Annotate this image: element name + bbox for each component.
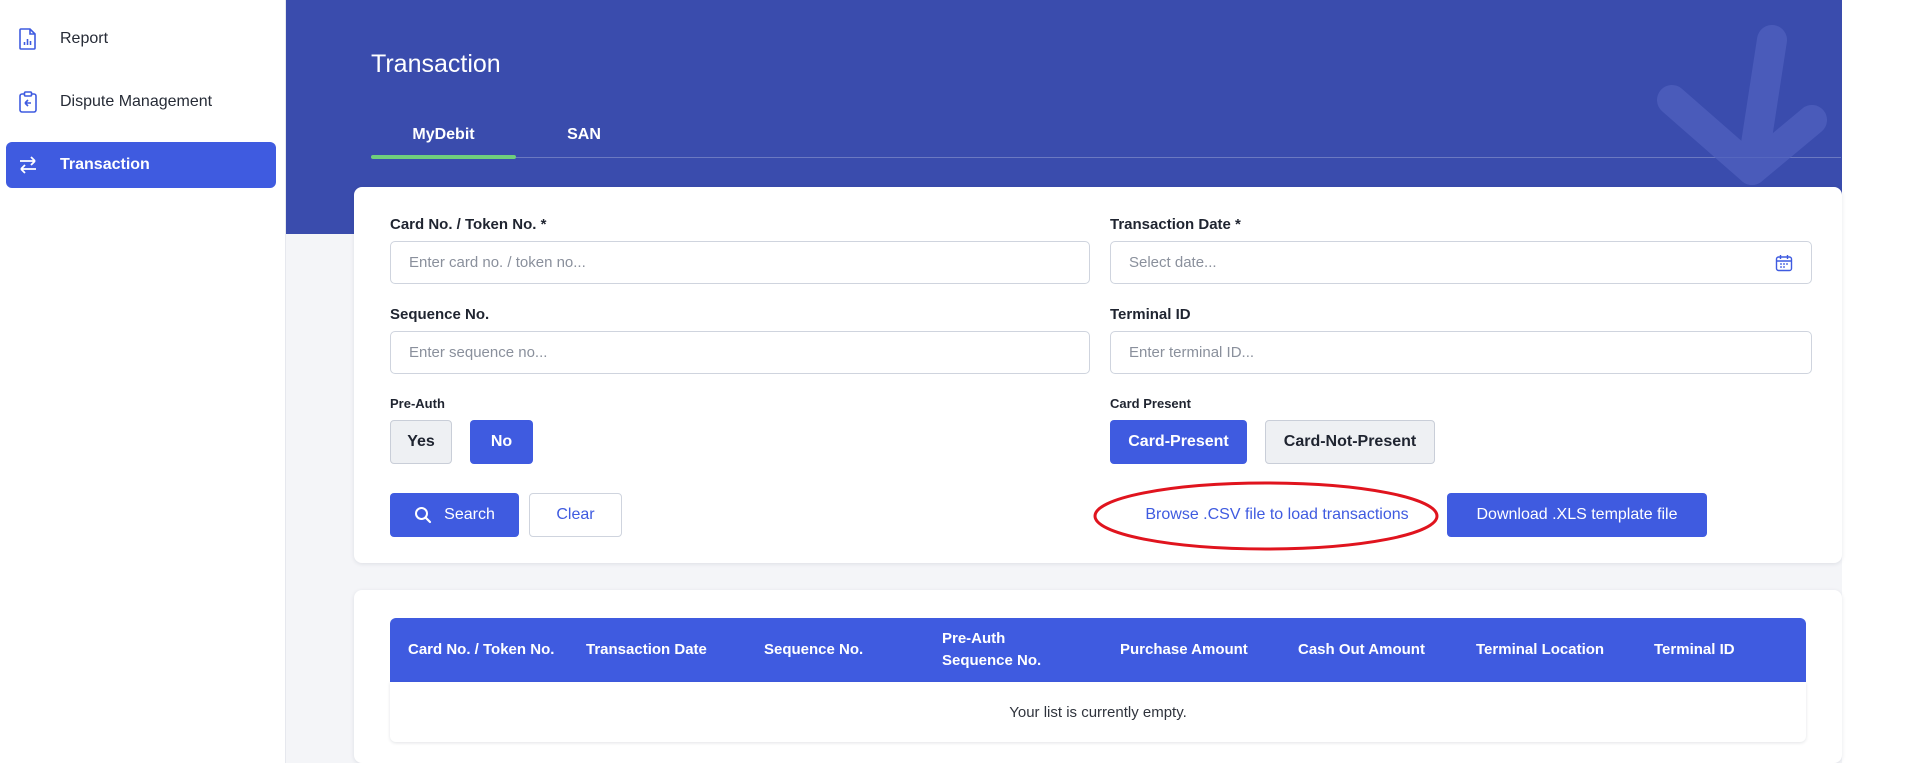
column-header-terminal-location[interactable]: Terminal Location	[1476, 618, 1636, 682]
sequence-no-label: Sequence No.	[390, 306, 490, 323]
card-no-input[interactable]: Enter card no. / token no...	[390, 241, 1090, 284]
sidebar-item-dispute-management[interactable]: Dispute Management	[6, 79, 276, 125]
search-button-label: Search	[444, 506, 495, 523]
sidebar-item-transaction[interactable]: Transaction	[6, 142, 276, 188]
column-header-card-no[interactable]: Card No. / Token No.	[408, 618, 558, 682]
sidebar: Report Dispute Management Transaction	[0, 0, 286, 763]
card-present-button[interactable]: Card-Present	[1110, 420, 1247, 464]
card-present-label: Card Present	[1110, 396, 1191, 411]
sidebar-item-label: Dispute Management	[60, 93, 213, 110]
pre-auth-label: Pre-Auth	[390, 396, 445, 411]
search-icon	[414, 506, 432, 524]
tab-san[interactable]: SAN	[516, 112, 652, 158]
annotation-highlight-ellipse	[1093, 481, 1439, 551]
search-button[interactable]: Search	[390, 493, 519, 537]
pre-auth-no-button[interactable]: No	[470, 420, 533, 464]
clear-button[interactable]: Clear	[529, 493, 622, 537]
transaction-date-input[interactable]: Select date...	[1110, 241, 1812, 284]
transaction-date-placeholder: Select date...	[1129, 254, 1217, 271]
sidebar-item-report[interactable]: Report	[6, 16, 276, 62]
sidebar-item-label: Report	[60, 30, 109, 47]
results-table-card: Card No. / Token No. Transaction Date Se…	[354, 590, 1842, 763]
sequence-no-input[interactable]: Enter sequence no...	[390, 331, 1090, 374]
column-header-purchase-amount[interactable]: Purchase Amount	[1120, 618, 1280, 682]
table-header: Card No. / Token No. Transaction Date Se…	[390, 618, 1806, 682]
column-header-transaction-date[interactable]: Transaction Date	[586, 618, 736, 682]
report-icon	[16, 27, 40, 51]
terminal-id-label: Terminal ID	[1110, 306, 1191, 323]
terminal-id-input[interactable]: Enter terminal ID...	[1110, 331, 1812, 374]
column-header-pre-auth-sequence-no[interactable]: Pre-Auth Sequence No.	[942, 618, 1052, 682]
download-xls-template-button[interactable]: Download .XLS template file	[1447, 493, 1707, 537]
clipboard-icon	[16, 90, 40, 114]
page-title: Transaction	[371, 50, 501, 78]
right-margin	[1842, 0, 1910, 763]
card-no-label: Card No. / Token No. *	[390, 216, 547, 233]
column-header-sequence-no[interactable]: Sequence No.	[764, 618, 914, 682]
tab-mydebit[interactable]: MyDebit	[371, 112, 516, 159]
transaction-date-label: Transaction Date *	[1110, 216, 1241, 233]
swap-arrows-icon	[16, 153, 40, 177]
column-header-terminal-id[interactable]: Terminal ID	[1654, 618, 1794, 682]
calendar-icon[interactable]	[1775, 254, 1793, 276]
table-empty-state: Your list is currently empty.	[390, 682, 1806, 742]
card-not-present-button[interactable]: Card-Not-Present	[1265, 420, 1435, 464]
sidebar-item-label: Transaction	[60, 156, 150, 173]
column-header-cash-out-amount[interactable]: Cash Out Amount	[1298, 618, 1458, 682]
pre-auth-yes-button[interactable]: Yes	[390, 420, 452, 464]
